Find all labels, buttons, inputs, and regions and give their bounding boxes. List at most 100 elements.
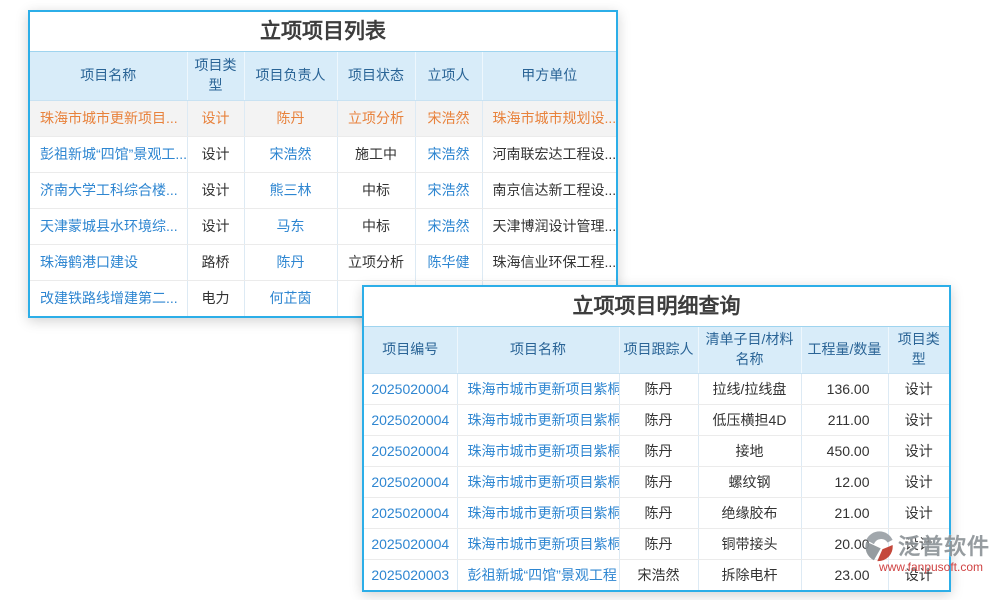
quantity-cell: 12.00	[801, 466, 888, 497]
initiator-link[interactable]: 陈华健	[415, 244, 482, 280]
initiator-link[interactable]: 宋浩然	[415, 100, 482, 136]
tracker-cell: 陈丹	[619, 466, 698, 497]
quantity-cell: 136.00	[801, 373, 888, 404]
col-header-material-name: 清单子目/材料名称	[698, 327, 801, 373]
detail-row[interactable]: 2025020004 珠海市城市更新项目紫桐 陈丹 绝缘胶布 21.00 设计	[364, 497, 949, 528]
col-header-client-unit: 甲方单位	[482, 52, 616, 100]
col-header-initiator: 立项人	[415, 52, 482, 100]
project-status-cell: 施工中	[337, 136, 415, 172]
client-unit-cell: 天津博润设计管理...	[482, 208, 616, 244]
col-header-quantity: 工程量/数量	[801, 327, 888, 373]
tracker-cell: 陈丹	[619, 373, 698, 404]
project-name-link[interactable]: 彭祖新城“四馆”景观工程	[457, 559, 619, 590]
project-no-link[interactable]: 2025020004	[364, 528, 457, 559]
project-name-link[interactable]: 珠海鹤港口建设	[30, 244, 187, 280]
quantity-cell: 211.00	[801, 404, 888, 435]
project-name-link[interactable]: 珠海市城市更新项目紫桐	[457, 373, 619, 404]
initiator-link[interactable]: 宋浩然	[415, 172, 482, 208]
detail-row[interactable]: 2025020003 彭祖新城“四馆”景观工程 宋浩然 拆除电杆 23.00 设…	[364, 559, 949, 590]
project-name-link[interactable]: 改建铁路线增建第二...	[30, 280, 187, 316]
project-manager-link[interactable]: 何芷茵	[244, 280, 337, 316]
detail-header-row: 项目编号 项目名称 项目跟踪人 清单子目/材料名称 工程量/数量 项目类型	[364, 327, 949, 373]
quantity-cell: 450.00	[801, 435, 888, 466]
project-no-link[interactable]: 2025020004	[364, 497, 457, 528]
material-cell: 螺纹钢	[698, 466, 801, 497]
detail-row[interactable]: 2025020004 珠海市城市更新项目紫桐 陈丹 低压横担4D 211.00 …	[364, 404, 949, 435]
project-name-link[interactable]: 天津蒙城县水环境综...	[30, 208, 187, 244]
project-list-panel: 立项项目列表 项目名称 项目类型 项目负责人 项目状态 立项人 甲方单位 珠海市…	[28, 10, 618, 318]
col-header-project-manager: 项目负责人	[244, 52, 337, 100]
project-no-link[interactable]: 2025020003	[364, 559, 457, 590]
project-type-cell: 设计	[187, 136, 244, 172]
col-header-project-no: 项目编号	[364, 327, 457, 373]
project-no-link[interactable]: 2025020004	[364, 373, 457, 404]
detail-row[interactable]: 2025020004 珠海市城市更新项目紫桐 陈丹 螺纹钢 12.00 设计	[364, 466, 949, 497]
client-unit-cell: 珠海市城市规划设...	[482, 100, 616, 136]
project-manager-link[interactable]: 熊三林	[244, 172, 337, 208]
col-header-project-name: 项目名称	[457, 327, 619, 373]
project-row[interactable]: 天津蒙城县水环境综... 设计 马东 中标 宋浩然 天津博润设计管理...	[30, 208, 616, 244]
detail-query-panel: 立项项目明细查询 项目编号 项目名称 项目跟踪人 清单子目/材料名称 工程量/数…	[362, 285, 951, 592]
project-no-link[interactable]: 2025020004	[364, 435, 457, 466]
project-type-cell: 路桥	[187, 244, 244, 280]
project-type-cell: 设计	[888, 559, 949, 590]
col-header-project-status: 项目状态	[337, 52, 415, 100]
project-status-cell: 立项分析	[337, 100, 415, 136]
col-header-project-name: 项目名称	[30, 52, 187, 100]
project-status-cell: 中标	[337, 208, 415, 244]
project-no-link[interactable]: 2025020004	[364, 404, 457, 435]
col-header-tracker: 项目跟踪人	[619, 327, 698, 373]
project-type-cell: 设计	[888, 497, 949, 528]
project-name-link[interactable]: 珠海市城市更新项目...	[30, 100, 187, 136]
initiator-link[interactable]: 宋浩然	[415, 208, 482, 244]
project-type-cell: 设计	[888, 404, 949, 435]
detail-row[interactable]: 2025020004 珠海市城市更新项目紫桐 陈丹 接地 450.00 设计	[364, 435, 949, 466]
quantity-cell: 20.00	[801, 528, 888, 559]
project-list-title: 立项项目列表	[30, 12, 616, 52]
project-type-cell: 设计	[187, 100, 244, 136]
project-row-selected[interactable]: 珠海市城市更新项目... 设计 陈丹 立项分析 宋浩然 珠海市城市规划设...	[30, 100, 616, 136]
project-no-link[interactable]: 2025020004	[364, 466, 457, 497]
project-name-link[interactable]: 珠海市城市更新项目紫桐	[457, 466, 619, 497]
project-status-cell: 中标	[337, 172, 415, 208]
project-name-link[interactable]: 珠海市城市更新项目紫桐	[457, 528, 619, 559]
material-cell: 拆除电杆	[698, 559, 801, 590]
project-type-cell: 设计	[888, 435, 949, 466]
client-unit-cell: 南京信达新工程设...	[482, 172, 616, 208]
col-header-project-type: 项目类型	[888, 327, 949, 373]
project-name-link[interactable]: 彭祖新城“四馆”景观工...	[30, 136, 187, 172]
project-type-cell: 设计	[187, 208, 244, 244]
project-row[interactable]: 珠海鹤港口建设 路桥 陈丹 立项分析 陈华健 珠海信业环保工程...	[30, 244, 616, 280]
project-manager-link[interactable]: 陈丹	[244, 244, 337, 280]
project-manager-link[interactable]: 马东	[244, 208, 337, 244]
project-name-link[interactable]: 珠海市城市更新项目紫桐	[457, 435, 619, 466]
project-type-cell: 设计	[888, 528, 949, 559]
project-name-link[interactable]: 珠海市城市更新项目紫桐	[457, 404, 619, 435]
project-row[interactable]: 济南大学工科综合楼... 设计 熊三林 中标 宋浩然 南京信达新工程设...	[30, 172, 616, 208]
project-manager-link[interactable]: 宋浩然	[244, 136, 337, 172]
project-name-link[interactable]: 济南大学工科综合楼...	[30, 172, 187, 208]
detail-query-table: 项目编号 项目名称 项目跟踪人 清单子目/材料名称 工程量/数量 项目类型 20…	[364, 327, 949, 590]
detail-row[interactable]: 2025020004 珠海市城市更新项目紫桐 陈丹 铜带接头 20.00 设计	[364, 528, 949, 559]
project-row[interactable]: 彭祖新城“四馆”景观工... 设计 宋浩然 施工中 宋浩然 河南联宏达工程设..…	[30, 136, 616, 172]
tracker-cell: 宋浩然	[619, 559, 698, 590]
tracker-cell: 陈丹	[619, 497, 698, 528]
material-cell: 铜带接头	[698, 528, 801, 559]
client-unit-cell: 河南联宏达工程设...	[482, 136, 616, 172]
project-manager-link[interactable]: 陈丹	[244, 100, 337, 136]
material-cell: 接地	[698, 435, 801, 466]
project-status-cell: 立项分析	[337, 244, 415, 280]
project-type-cell: 电力	[187, 280, 244, 316]
col-header-project-type: 项目类型	[187, 52, 244, 100]
material-cell: 拉线/拉线盘	[698, 373, 801, 404]
tracker-cell: 陈丹	[619, 528, 698, 559]
project-list-header-row: 项目名称 项目类型 项目负责人 项目状态 立项人 甲方单位	[30, 52, 616, 100]
tracker-cell: 陈丹	[619, 435, 698, 466]
project-name-link[interactable]: 珠海市城市更新项目紫桐	[457, 497, 619, 528]
material-cell: 绝缘胶布	[698, 497, 801, 528]
detail-row[interactable]: 2025020004 珠海市城市更新项目紫桐 陈丹 拉线/拉线盘 136.00 …	[364, 373, 949, 404]
project-list-table: 项目名称 项目类型 项目负责人 项目状态 立项人 甲方单位 珠海市城市更新项目.…	[30, 52, 616, 316]
client-unit-cell: 珠海信业环保工程...	[482, 244, 616, 280]
quantity-cell: 21.00	[801, 497, 888, 528]
initiator-link[interactable]: 宋浩然	[415, 136, 482, 172]
